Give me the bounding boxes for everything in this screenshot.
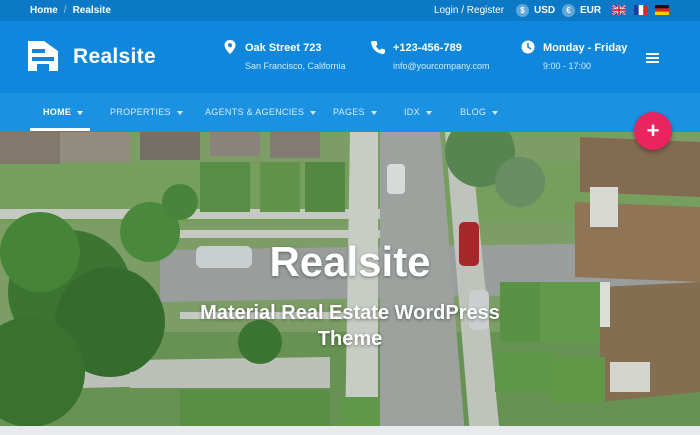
- nav-label-pages: PAGES: [333, 107, 365, 117]
- nav-item-idx[interactable]: IDX: [404, 107, 432, 117]
- location-pin-icon: [224, 40, 236, 54]
- france-flag-icon[interactable]: [634, 5, 648, 15]
- clock-icon: [521, 40, 535, 54]
- content-strip: [0, 426, 700, 435]
- logo-text[interactable]: Realsite: [73, 45, 156, 69]
- nav-item-home[interactable]: HOME: [43, 107, 84, 117]
- hero-title: Realsite: [269, 238, 431, 285]
- realsite-logo-icon[interactable]: [28, 41, 58, 71]
- currency-usd[interactable]: $ USD: [516, 3, 555, 18]
- uk-flag-icon[interactable]: [612, 5, 626, 15]
- top-bar: Home / Realsite Login / Register $ USD € E…: [0, 0, 700, 21]
- nav-label-home: HOME: [43, 107, 72, 117]
- hero-subtitle: Material Real Estate WordPress Theme: [200, 302, 500, 350]
- currency-usd-label: USD: [534, 5, 556, 16]
- chevron-down-icon: [370, 110, 377, 115]
- nav-label-agents-agencies: AGENTS & AGENCIES: [205, 107, 305, 117]
- burger-line: [646, 57, 659, 59]
- hours-days: Monday - Friday: [543, 42, 628, 54]
- site-header: Realsite Oak Street 723 San Francisco, C…: [0, 21, 700, 93]
- nav-item-properties[interactable]: PROPERTIES: [110, 107, 183, 117]
- address-line2: San Francisco, California: [245, 61, 346, 71]
- hours-time: 9:00 - 17:00: [543, 61, 592, 71]
- chevron-down-icon: [425, 110, 432, 115]
- active-nav-indicator: [30, 128, 90, 131]
- chevron-down-icon: [310, 110, 317, 115]
- burger-line: [646, 53, 659, 55]
- phone-number[interactable]: +123-456-789: [393, 42, 462, 54]
- login-register-link[interactable]: Login / Register: [434, 5, 504, 16]
- germany-flag-icon[interactable]: [655, 5, 669, 15]
- currency-eur-label: EUR: [580, 5, 602, 16]
- nav-item-pages[interactable]: PAGES: [333, 107, 377, 117]
- hamburger-menu-icon[interactable]: [646, 53, 659, 64]
- dollar-icon: $: [516, 4, 529, 17]
- chevron-down-icon: [492, 110, 499, 115]
- hero-section: Realsite Material Real Estate WordPress …: [0, 132, 700, 435]
- euro-icon: €: [562, 4, 575, 17]
- currency-eur[interactable]: € EUR: [562, 3, 601, 18]
- main-navigation: HOME PROPERTIES AGENTS & AGENCIES PAGES …: [0, 93, 700, 132]
- breadcrumb-home[interactable]: Home: [30, 5, 58, 16]
- breadcrumb-current: Realsite: [72, 5, 111, 16]
- breadcrumb: Home / Realsite: [30, 5, 111, 16]
- chevron-down-icon: [176, 110, 183, 115]
- nav-item-agents-agencies[interactable]: AGENTS & AGENCIES: [205, 107, 317, 117]
- address-line1: Oak Street 723: [245, 42, 322, 54]
- nav-label-properties: PROPERTIES: [110, 107, 171, 117]
- breadcrumb-separator: /: [63, 5, 67, 16]
- phone-icon: [371, 41, 385, 54]
- email-address[interactable]: info@yourcompany.com: [393, 61, 490, 71]
- add-property-fab-button[interactable]: +: [634, 112, 672, 150]
- nav-label-idx: IDX: [404, 107, 420, 117]
- burger-line: [646, 61, 659, 63]
- nav-item-blog[interactable]: BLOG: [460, 107, 499, 117]
- chevron-down-icon: [77, 110, 84, 115]
- nav-label-blog: BLOG: [460, 107, 487, 117]
